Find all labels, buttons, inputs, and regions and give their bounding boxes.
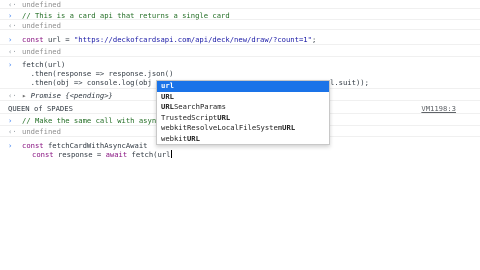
console-input: // This is a card api that returns a sin… bbox=[22, 11, 230, 20]
promise-result[interactable]: ▸ Promise {<pending>} bbox=[22, 91, 113, 100]
result-arrow-icon: ‹· bbox=[8, 0, 17, 9]
console-input: .then(obj => console.log(obj bbox=[22, 78, 152, 87]
console-entry: ‹· undefined bbox=[0, 20, 480, 30]
autocomplete-item[interactable]: URLSearchParams bbox=[157, 102, 329, 113]
console-entry: › // This is a card api that returns a s… bbox=[0, 10, 480, 20]
code-text: response = bbox=[53, 150, 106, 159]
expand-triangle-icon[interactable]: ▸ bbox=[22, 91, 31, 100]
result-arrow-icon: ‹· bbox=[8, 127, 17, 136]
string-literal: "https://deckofcardsapi.com/api/deck/new… bbox=[73, 35, 312, 44]
result-arrow-icon: ‹· bbox=[8, 47, 17, 56]
autocomplete-item[interactable]: URL bbox=[157, 92, 329, 103]
console-output: undefined bbox=[22, 127, 61, 136]
prompt-arrow-icon: › bbox=[8, 11, 13, 20]
console-input: .then(response => response.json() bbox=[22, 69, 174, 78]
promise-state: {<pending>} bbox=[65, 91, 113, 100]
console-input[interactable]: const response = await fetch(url bbox=[32, 150, 172, 159]
console-input: const url = "https://deckofcardsapi.com/… bbox=[22, 35, 316, 44]
autocomplete-dropdown[interactable]: url URL URLSearchParams TrustedScriptURL… bbox=[156, 80, 330, 145]
console-input: fetch(url) bbox=[22, 60, 66, 69]
console-entry: ‹· undefined bbox=[0, 45, 480, 57]
code-text: url = bbox=[43, 35, 74, 44]
code-text: fetch(url bbox=[127, 150, 171, 159]
console-output: undefined bbox=[22, 0, 61, 9]
result-arrow-icon: ‹· bbox=[8, 91, 17, 100]
devtools-console: ‹· undefined › // This is a card api tha… bbox=[0, 0, 480, 270]
prompt-arrow-icon: › bbox=[8, 35, 13, 44]
autocomplete-item[interactable]: webkitURL bbox=[157, 134, 329, 145]
prompt-arrow-icon: › bbox=[8, 60, 13, 69]
keyword: const bbox=[32, 150, 54, 159]
keyword: await bbox=[105, 150, 128, 159]
console-input: // Make the same call with asyn bbox=[22, 116, 157, 125]
keyword: const bbox=[22, 141, 44, 150]
console-entry: › const url = "https://deckofcardsapi.co… bbox=[0, 33, 480, 45]
console-input[interactable]: const fetchCardWithAsyncAwait bbox=[22, 141, 148, 150]
autocomplete-item[interactable]: url bbox=[157, 81, 329, 92]
console-input: l.suit)); bbox=[330, 78, 369, 87]
console-entry: ‹· undefined bbox=[0, 0, 480, 9]
keyword: const bbox=[22, 35, 44, 44]
prompt-arrow-icon: › bbox=[8, 141, 13, 150]
autocomplete-item[interactable]: webkitResolveLocalFileSystemURL bbox=[157, 123, 329, 134]
source-link[interactable]: VM1198:3 bbox=[421, 104, 456, 113]
code-text: fetchCardWithAsyncAwait bbox=[43, 141, 148, 150]
console-log-output: QUEEN of SPADES bbox=[8, 104, 73, 113]
console-output: undefined bbox=[22, 47, 61, 56]
prompt-arrow-icon: › bbox=[8, 116, 13, 125]
promise-label: Promise bbox=[30, 91, 61, 100]
code-text: ; bbox=[311, 35, 317, 44]
console-output: undefined bbox=[22, 21, 61, 30]
result-arrow-icon: ‹· bbox=[8, 21, 17, 30]
autocomplete-item[interactable]: TrustedScriptURL bbox=[157, 113, 329, 124]
text-cursor bbox=[170, 150, 172, 158]
